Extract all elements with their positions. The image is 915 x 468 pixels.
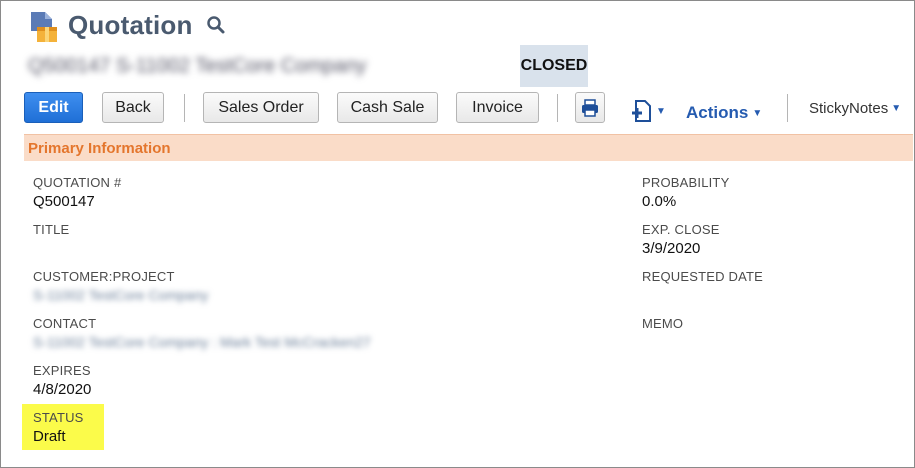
customer-project-field: CUSTOMER:PROJECT S-11002 TestCore Compan… [33, 269, 208, 303]
contact-field: CONTACT S-11002 TestCore Company : Mark … [33, 316, 371, 350]
requested-date-field: REQUESTED DATE [642, 269, 763, 284]
field-value: 0.0% [642, 193, 677, 210]
section-title: Primary Information [28, 140, 171, 157]
sticky-notes-label: StickyNotes [809, 100, 889, 117]
edit-button[interactable]: Edit [24, 92, 83, 123]
page-title: Quotation [68, 10, 193, 40]
memo-field: MEMO [642, 316, 683, 331]
actions-menu[interactable]: Actions ▼ [686, 103, 762, 123]
field-label: CUSTOMER:PROJECT [33, 269, 175, 284]
field-label: STATUS [33, 410, 84, 425]
primary-information-header[interactable]: Primary Information [24, 134, 913, 161]
exp-close-field: EXP. CLOSE 3/9/2020 [642, 222, 720, 257]
status-field: STATUS Draft [33, 410, 84, 445]
field-value: Draft [33, 428, 66, 445]
print-icon [582, 98, 598, 117]
field-label: EXPIRES [33, 363, 91, 378]
title-field: TITLE [33, 222, 69, 237]
cash-sale-button[interactable]: Cash Sale [337, 92, 438, 123]
field-label: CONTACT [33, 316, 97, 331]
field-value: 4/8/2020 [33, 381, 92, 398]
record-name-text: Q500147 S-11002 TestCore Company [28, 55, 367, 77]
field-label: MEMO [642, 316, 684, 331]
record-name: Q500147 S-11002 TestCore Company [28, 55, 498, 81]
contact-link[interactable]: S-11002 TestCore Company : Mark Test McC… [33, 334, 371, 350]
toolbar-separator [787, 94, 788, 122]
field-label: REQUESTED DATE [642, 269, 764, 284]
chevron-down-icon: ▼ [656, 105, 666, 117]
quotation-number-field: QUOTATION # Q500147 [33, 175, 121, 210]
field-label: EXP. CLOSE [642, 222, 720, 237]
search-icon[interactable] [206, 15, 226, 35]
new-document-icon [632, 100, 651, 122]
field-value: 3/9/2020 [642, 240, 701, 257]
customer-link[interactable]: S-11002 TestCore Company [33, 287, 208, 303]
field-label: TITLE [33, 222, 70, 237]
toolbar-separator [184, 94, 185, 122]
toolbar-separator [557, 94, 558, 122]
probability-field: PROBABILITY 0.0% [642, 175, 729, 210]
field-value: Q500147 [33, 193, 95, 210]
quotation-doc-icon [31, 12, 57, 42]
invoice-button[interactable]: Invoice [456, 92, 539, 123]
field-label: QUOTATION # [33, 175, 122, 190]
sticky-notes-menu[interactable]: StickyNotes ▼ [809, 100, 901, 117]
print-button[interactable] [575, 92, 605, 123]
status-badge: CLOSED [520, 45, 588, 87]
new-document-menu[interactable]: ▼ [630, 98, 672, 124]
sales-order-button[interactable]: Sales Order [203, 92, 319, 123]
actions-label: Actions [686, 103, 749, 122]
chevron-down-icon: ▼ [891, 103, 902, 114]
expires-field: EXPIRES 4/8/2020 [33, 363, 91, 398]
back-button[interactable]: Back [102, 92, 164, 123]
field-label: PROBABILITY [642, 175, 730, 190]
chevron-down-icon: ▼ [752, 107, 763, 119]
